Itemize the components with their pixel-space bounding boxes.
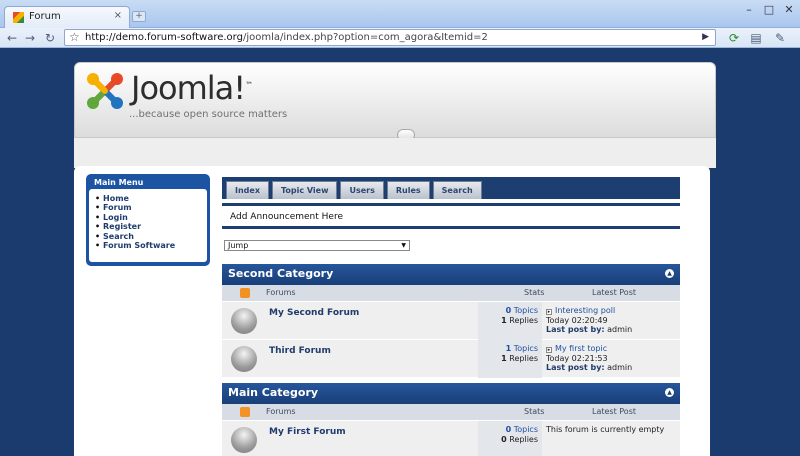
jump-selected-value: Jump [228,241,249,250]
forum-link[interactable]: Third Forum [269,346,331,356]
topics-link[interactable]: Topics [514,344,538,353]
tab-topic-view[interactable]: Topic View [271,181,338,199]
announcement-text: Add Announcement Here [230,212,343,222]
category-title: Main Category [228,386,319,399]
url-text: http://demo.forum-software.org/joomla/in… [85,32,488,43]
joomla-favicon-icon [13,12,24,23]
forum-status-icon [231,308,257,334]
forum-stats: 1 Topics 1 Replies [478,340,542,378]
go-icon[interactable]: ▶ [702,32,709,42]
forum-row: My First Forum 0 Topics 0 Replies This f… [222,421,680,456]
page-body: Main Menu Home Forum Login Register Sear… [74,166,710,456]
site-header: Joomla!™ ...because open source matters [74,62,716,141]
author-link[interactable]: admin [607,325,632,334]
col-stats: Stats [524,407,545,416]
tab-close-icon[interactable]: × [114,10,122,21]
empty-forum-text: This forum is currently empty [546,425,665,434]
rss-icon[interactable] [240,407,250,417]
forum-link[interactable]: My Second Forum [269,308,359,318]
menu-item-forum[interactable]: Forum [95,203,207,213]
logo-text[interactable]: Joomla!™ [131,69,253,107]
col-forums: Forums [266,288,296,297]
menu-item-home[interactable]: Home [95,194,207,204]
maximize-icon[interactable]: □ [762,3,776,17]
col-stats: Stats [524,288,545,297]
forum-row: Third Forum 1 Topics 1 Replies ▸ My first… [222,340,680,378]
extension-icon[interactable]: ⟳ [726,30,742,46]
latest-post: ▸ Interesting poll Today 02:20:49 Last po… [546,306,633,334]
collapse-icon[interactable]: ▲ [665,269,674,278]
header-gap [74,138,716,168]
forum-status-icon [231,427,257,453]
bookmark-star-icon[interactable]: ☆ [69,30,80,44]
forum-link[interactable]: My First Forum [269,427,346,437]
forum-row: My Second Forum 0 Topics 1 Replies ▸ Inte… [222,302,680,340]
page-menu-icon[interactable]: ▤ [748,30,764,46]
collapse-icon[interactable]: ▲ [665,388,674,397]
close-window-icon[interactable]: ✕ [782,3,796,17]
tab-search[interactable]: Search [432,181,482,199]
dropdown-arrow-icon: ▼ [401,242,406,249]
logo-tagline: ...because open source matters [129,109,288,120]
minimize-icon[interactable]: – [742,3,756,17]
new-tab-button[interactable]: + [132,11,146,22]
latest-post-link[interactable]: My first topic [555,344,607,353]
browser-tab[interactable]: Forum × [4,6,130,28]
announcement-box: Add Announcement Here [222,203,680,229]
forum-status-icon [231,346,257,372]
category-header-second: Second Category ▲ [222,264,680,285]
address-bar[interactable]: ☆ http://demo.forum-software.org/joomla/… [64,29,716,46]
main-menu: Main Menu Home Forum Login Register Sear… [86,174,210,266]
browser-toolbar: ← → ↻ ☆ http://demo.forum-software.org/j… [0,28,800,48]
jump-select[interactable]: Jump ▼ [224,240,410,251]
menu-item-login[interactable]: Login [95,213,207,223]
category-title: Second Category [228,267,334,280]
forum-nav-tabs: Index Topic View Users Rules Search [222,177,680,199]
column-header: Forums Stats Latest Post [222,404,680,420]
col-forums: Forums [266,407,296,416]
tab-index[interactable]: Index [226,181,269,199]
menu-item-search[interactable]: Search [95,232,207,242]
forum-stats: 0 Topics 0 Replies [478,421,542,456]
forum-stats: 0 Topics 1 Replies [478,302,542,340]
tab-users[interactable]: Users [340,181,384,199]
post-icon: ▸ [546,347,552,353]
col-latest: Latest Post [592,407,637,416]
main-menu-list: Home Forum Login Register Search Forum S… [89,189,207,262]
topics-link[interactable]: Topics [514,425,538,434]
joomla-logo-icon[interactable] [85,71,125,111]
menu-item-register[interactable]: Register [95,222,207,232]
col-latest: Latest Post [592,288,637,297]
reload-icon[interactable]: ↻ [42,30,58,46]
latest-post: This forum is currently empty [546,425,664,435]
back-icon[interactable]: ← [4,30,20,46]
category-header-main: Main Category ▲ [222,383,680,404]
author-link[interactable]: admin [607,363,632,372]
column-header: Forums Stats Latest Post [222,285,680,301]
tab-title: Forum [29,11,61,22]
latest-post: ▸ My first topic Today 02:21:53 Last post… [546,344,633,372]
menu-item-forum-software[interactable]: Forum Software [95,241,207,251]
wrench-menu-icon[interactable]: ✎ [772,30,788,46]
tab-rules[interactable]: Rules [386,181,430,199]
latest-post-link[interactable]: Interesting poll [555,306,615,315]
forward-icon[interactable]: → [22,30,38,46]
browser-titlebar: Forum × + – □ ✕ [0,0,800,28]
rss-icon[interactable] [240,288,250,298]
topics-link[interactable]: Topics [514,306,538,315]
main-menu-title: Main Menu [94,178,144,187]
post-icon: ▸ [546,309,552,315]
